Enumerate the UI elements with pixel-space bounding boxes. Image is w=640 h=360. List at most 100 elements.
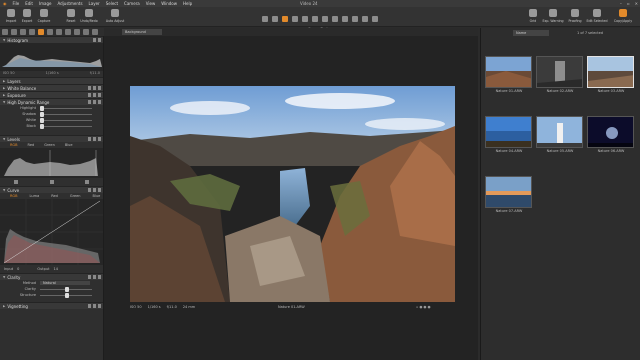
toolbar: Import Export Capture Reset Undo/Redo Au… xyxy=(0,7,640,31)
batch-tab-icon[interactable] xyxy=(92,29,98,35)
thumbnail-5[interactable] xyxy=(536,116,583,148)
import-icon xyxy=(7,9,15,17)
menu-view[interactable]: View xyxy=(143,1,159,6)
levels-tab-rgb[interactable]: RGB xyxy=(10,143,18,147)
clarity-header[interactable]: ▼ Clarity xyxy=(0,273,103,280)
capture-tab-icon[interactable] xyxy=(11,29,17,35)
white-picker-icon[interactable] xyxy=(85,180,89,184)
minimize-icon[interactable]: – xyxy=(620,1,622,6)
black-picker-icon[interactable] xyxy=(14,180,18,184)
gradient-mask-icon[interactable] xyxy=(342,16,348,22)
curve-output-value[interactable]: 14 xyxy=(53,267,57,271)
curve-input-value[interactable]: 0 xyxy=(17,267,19,271)
foot-iso: ISO 50 xyxy=(130,305,142,309)
erase-mask-icon[interactable] xyxy=(332,16,338,22)
thumbnail-6[interactable] xyxy=(587,116,634,148)
browser-filter-dropdown[interactable]: Name xyxy=(513,30,549,36)
color-tab-icon[interactable] xyxy=(47,29,53,35)
histogram-header[interactable]: ▼ Histogram xyxy=(0,36,103,43)
menu-camera[interactable]: Camera xyxy=(121,1,143,6)
picker-tool-icon[interactable] xyxy=(352,16,358,22)
keystone-tool-icon[interactable] xyxy=(302,16,308,22)
lens-tab-icon[interactable] xyxy=(20,29,26,35)
levels-header[interactable]: ▼ Levels xyxy=(0,135,103,142)
curve-header[interactable]: ▼ Curve xyxy=(0,186,103,193)
exposure-warning-button[interactable]: Exp. Warning xyxy=(542,9,564,23)
menu-help[interactable]: Help xyxy=(180,1,195,6)
edit-selected-button[interactable]: Edit Selected xyxy=(587,9,608,23)
levels-tab-blue[interactable]: Blue xyxy=(65,143,73,147)
main-photo[interactable] xyxy=(130,86,455,302)
menu-file[interactable]: File xyxy=(10,1,23,6)
exposure-tab-icon[interactable] xyxy=(38,29,44,35)
white-balance-header[interactable]: ▶ White Balance xyxy=(0,84,103,91)
library-tab-icon[interactable] xyxy=(2,29,8,35)
output-tab-icon[interactable] xyxy=(83,29,89,35)
menu-select[interactable]: Select xyxy=(103,1,121,6)
composition-tab-icon[interactable] xyxy=(29,29,35,35)
crop-tool-icon[interactable] xyxy=(282,16,288,22)
vignetting-header[interactable]: ▶ Vignetting xyxy=(0,302,103,309)
proofing-button[interactable]: Proofing xyxy=(566,9,584,23)
thumbnail-7-label: Nature 07.ARW xyxy=(495,209,523,213)
auto-adjust-button[interactable]: Auto Adjust xyxy=(106,9,124,23)
undo-redo-button[interactable]: Undo/Redo xyxy=(80,9,98,23)
curve-graph[interactable] xyxy=(0,199,104,265)
foot-shutter: 1/160 s xyxy=(147,305,161,309)
menu-adjustments[interactable]: Adjustments xyxy=(54,1,85,6)
thumbnail-2[interactable] xyxy=(536,56,583,88)
background-dropdown[interactable]: Background xyxy=(122,29,162,35)
curve-tab-red[interactable]: Red xyxy=(51,194,58,198)
edit-icon xyxy=(593,9,601,17)
auto-levels-icon[interactable] xyxy=(49,180,54,184)
thumbnail-3-selected[interactable] xyxy=(587,56,634,88)
local-adjustments-tab-icon[interactable] xyxy=(65,29,71,35)
levels-graph[interactable] xyxy=(0,148,104,178)
curve-tab-luma[interactable]: Luma xyxy=(30,194,40,198)
thumbnail-1[interactable] xyxy=(485,56,532,88)
annotate-tool-icon[interactable] xyxy=(372,16,378,22)
curve-tab-rgb[interactable]: RGB xyxy=(10,194,18,198)
thumbnail-5-label: Nature 05.ARW xyxy=(546,149,574,153)
app-icon[interactable]: ◉ xyxy=(0,1,10,6)
warning-icon xyxy=(549,9,557,17)
details-tab-icon[interactable] xyxy=(56,29,62,35)
menu-image[interactable]: Image xyxy=(36,1,55,6)
levels-tab-red[interactable]: Red xyxy=(28,143,35,147)
capture-button[interactable]: Capture xyxy=(35,9,53,23)
rotate-tool-icon[interactable] xyxy=(292,16,298,22)
curve-tab-green[interactable]: Green xyxy=(70,194,81,198)
copy-apply-icon xyxy=(619,9,627,17)
menu-window[interactable]: Window xyxy=(158,1,180,6)
curve-tab-blue[interactable]: Blue xyxy=(92,194,100,198)
clarity-method-select[interactable]: Natural xyxy=(40,281,90,285)
mask-brush-icon[interactable] xyxy=(322,16,328,22)
thumbnail-4[interactable] xyxy=(485,116,532,148)
reset-button[interactable]: Reset xyxy=(62,9,80,23)
menu-layer[interactable]: Layer xyxy=(86,1,103,6)
pan-tool-icon[interactable] xyxy=(262,16,268,22)
layers-header[interactable]: ▶ Layers xyxy=(0,77,103,84)
window-title: Video 24 xyxy=(300,1,318,6)
maximize-icon[interactable]: ▫ xyxy=(627,1,630,6)
exposure-header[interactable]: ▶ Exposure xyxy=(0,91,103,98)
copy-apply-button[interactable]: Copy/Apply xyxy=(614,9,632,23)
glasses-icon xyxy=(571,9,579,17)
menu-edit[interactable]: Edit xyxy=(22,1,36,6)
structure-slider[interactable]: Structure xyxy=(0,292,103,298)
spot-tool-icon[interactable] xyxy=(312,16,318,22)
window-controls: – ▫ ✕ xyxy=(620,1,638,6)
levels-tab-green[interactable]: Green xyxy=(44,143,55,147)
thumbnail-7[interactable] xyxy=(485,176,532,208)
close-icon[interactable]: ✕ xyxy=(635,1,638,6)
metadata-tab-icon[interactable] xyxy=(74,29,80,35)
tools-panel: ▼ Histogram ISO 50 1/160 s f/11.0 ▶ Layers… xyxy=(0,36,104,360)
hdr-header[interactable]: ▼ High Dynamic Range xyxy=(0,98,103,105)
black-slider[interactable]: Black xyxy=(0,123,103,129)
rating-stars-icon[interactable]: ▫●●● xyxy=(416,305,432,309)
select-tool-icon[interactable] xyxy=(272,16,278,22)
grid-button[interactable]: Grid xyxy=(524,9,542,23)
export-button[interactable]: Export xyxy=(18,9,36,23)
viewer-footer: ISO 50 1/160 s f/11.0 24 mm Nature 01.AR… xyxy=(130,303,455,311)
wb-picker-icon[interactable] xyxy=(362,16,368,22)
